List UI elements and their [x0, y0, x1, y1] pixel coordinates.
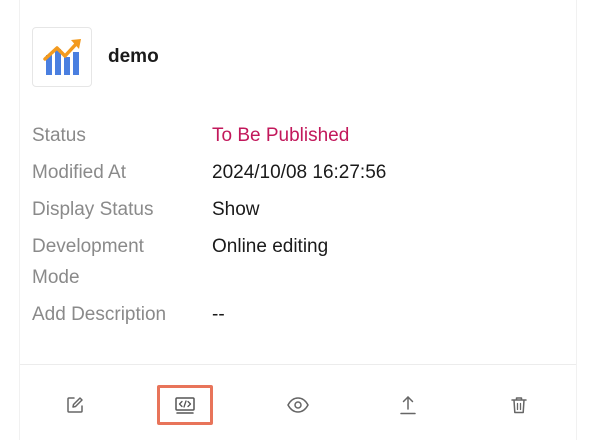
detail-label-line: Development: [32, 236, 144, 257]
status-value: To Be Published: [212, 125, 350, 146]
detail-label: Add Description: [32, 304, 167, 325]
detail-row-description: Add Description --: [32, 299, 552, 330]
details-list: Status To Be Published Modified At 2024/…: [32, 120, 552, 336]
display-status-value: Show: [212, 199, 260, 220]
app-title: demo: [108, 46, 159, 67]
detail-row-development-mode: Development Mode Online editing: [32, 231, 552, 293]
detail-row-modified-at: Modified At 2024/10/08 16:27:56: [32, 157, 552, 188]
trash-icon: [511, 397, 527, 414]
preview-button[interactable]: [270, 385, 326, 425]
edit-button[interactable]: [47, 385, 103, 425]
app-header: demo: [32, 27, 159, 87]
detail-label: Modified At: [32, 162, 126, 183]
divider: [20, 364, 576, 365]
development-mode-value: Online editing: [212, 236, 329, 257]
code-button[interactable]: [157, 385, 213, 425]
detail-row-display-status: Display Status Show: [32, 194, 552, 225]
code-icon: [175, 397, 195, 414]
detail-label-line: Mode: [32, 267, 80, 288]
detail-label: Display Status: [32, 199, 154, 220]
modified-at-value: 2024/10/08 16:27:56: [212, 162, 387, 183]
detail-label: Status: [32, 125, 86, 146]
upload-icon: [400, 396, 416, 415]
delete-button[interactable]: [491, 385, 547, 425]
app-card: demo Status To Be Published Modified At …: [19, 0, 577, 440]
publish-button[interactable]: [380, 385, 436, 425]
description-value: --: [212, 304, 225, 325]
detail-label: Development Mode: [32, 231, 212, 293]
action-bar: [20, 385, 576, 427]
eye-icon: [287, 397, 309, 413]
detail-row-status: Status To Be Published: [32, 120, 552, 151]
chart-trend-icon: [43, 39, 81, 75]
app-thumbnail[interactable]: [32, 27, 92, 87]
edit-icon: [67, 397, 83, 413]
